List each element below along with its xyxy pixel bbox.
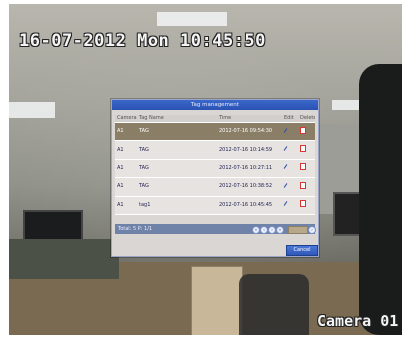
column-header-tag-name: Tag Name <box>137 115 217 123</box>
go-page-button[interactable]: › <box>308 226 316 234</box>
column-header-edit: Edit <box>282 115 298 123</box>
delete-cell[interactable] <box>298 122 315 142</box>
prev-page-button[interactable]: ‹ <box>260 226 268 234</box>
table-row[interactable]: A1 TAG 2012-07-16 10:27:11 <box>115 159 315 179</box>
delete-icon[interactable] <box>300 181 306 189</box>
cell-time: 2012-07-16 09:54:30 <box>217 122 282 142</box>
cell-time: 2012-07-16 10:38:52 <box>217 177 282 197</box>
column-header-camera: Camera <box>115 115 137 123</box>
table-row[interactable]: A1 TAG 2012-07-16 10:38:52 <box>115 177 315 197</box>
dialog-title: Tag management <box>112 100 318 110</box>
table-header: Camera Tag Name Time Edit Delete <box>115 115 315 123</box>
cell-camera: A1 <box>115 196 137 216</box>
delete-cell[interactable] <box>298 177 315 197</box>
ceiling-light <box>9 102 55 118</box>
table-row[interactable]: A1 tag1 2012-07-16 10:45:45 <box>115 196 315 216</box>
delete-icon[interactable] <box>300 145 306 153</box>
edit-icon[interactable] <box>284 146 289 151</box>
camera-label: Camera 01 <box>317 312 399 330</box>
delete-icon[interactable] <box>300 200 306 208</box>
column-header-time: Time <box>217 115 282 123</box>
cell-tag-name: tag1 <box>137 196 217 216</box>
table-footer: Total: 5 P: 1/1 « ‹ › » › <box>115 224 316 234</box>
desk-left <box>9 239 119 279</box>
dark-object <box>359 64 402 335</box>
edit-icon[interactable] <box>284 164 289 169</box>
cell-time: 2012-07-16 10:14:59 <box>217 140 282 160</box>
cell-tag-name: TAG <box>137 140 217 160</box>
page-number-input[interactable] <box>288 226 308 234</box>
table-row[interactable]: A1 TAG 2012-07-16 10:14:59 <box>115 140 315 160</box>
cell-tag-name: TAG <box>137 177 217 197</box>
cell-time: 2012-07-16 10:45:45 <box>217 196 282 216</box>
cell-camera: A1 <box>115 140 137 160</box>
cell-camera: A1 <box>115 177 137 197</box>
cell-camera: A1 <box>115 122 137 142</box>
chair-shadow <box>239 274 309 335</box>
last-page-button[interactable]: » <box>276 226 284 234</box>
column-header-delete: Delete <box>298 115 315 123</box>
delete-icon[interactable] <box>300 126 306 134</box>
edit-icon[interactable] <box>284 128 289 133</box>
tag-table: Camera Tag Name Time Edit Delete A1 TAG 20… <box>115 115 315 216</box>
delete-cell[interactable] <box>298 140 315 160</box>
next-page-button[interactable]: › <box>268 226 276 234</box>
delete-cell[interactable] <box>298 196 315 216</box>
cell-tag-name: TAG <box>137 122 217 142</box>
edit-icon[interactable] <box>284 183 289 188</box>
timestamp: 16-07-2012 Mon 10:45:50 <box>19 31 266 51</box>
cell-tag-name: TAG <box>137 159 217 179</box>
edit-cell[interactable] <box>282 196 298 216</box>
ceiling-light <box>157 12 227 26</box>
cabinet <box>191 266 243 335</box>
edit-cell[interactable] <box>282 140 298 160</box>
first-page-button[interactable]: « <box>252 226 260 234</box>
edit-cell[interactable] <box>282 159 298 179</box>
edit-icon[interactable] <box>284 201 289 206</box>
total-label: Total: 5 P: 1/1 <box>118 226 153 232</box>
delete-cell[interactable] <box>298 159 315 179</box>
table-body: A1 TAG 2012-07-16 09:54:30 A1 TAG 2012-07-16 … <box>115 122 315 216</box>
cell-camera: A1 <box>115 159 137 179</box>
cell-time: 2012-07-16 10:27:11 <box>217 159 282 179</box>
edit-cell[interactable] <box>282 177 298 197</box>
edit-cell[interactable] <box>282 122 298 142</box>
cancel-button[interactable]: Cancel <box>286 245 318 256</box>
delete-icon[interactable] <box>300 163 306 171</box>
table-row[interactable]: A1 TAG 2012-07-16 09:54:30 <box>115 122 315 142</box>
tag-management-dialog: Tag management Camera Tag Name Time Edit… <box>111 99 319 257</box>
